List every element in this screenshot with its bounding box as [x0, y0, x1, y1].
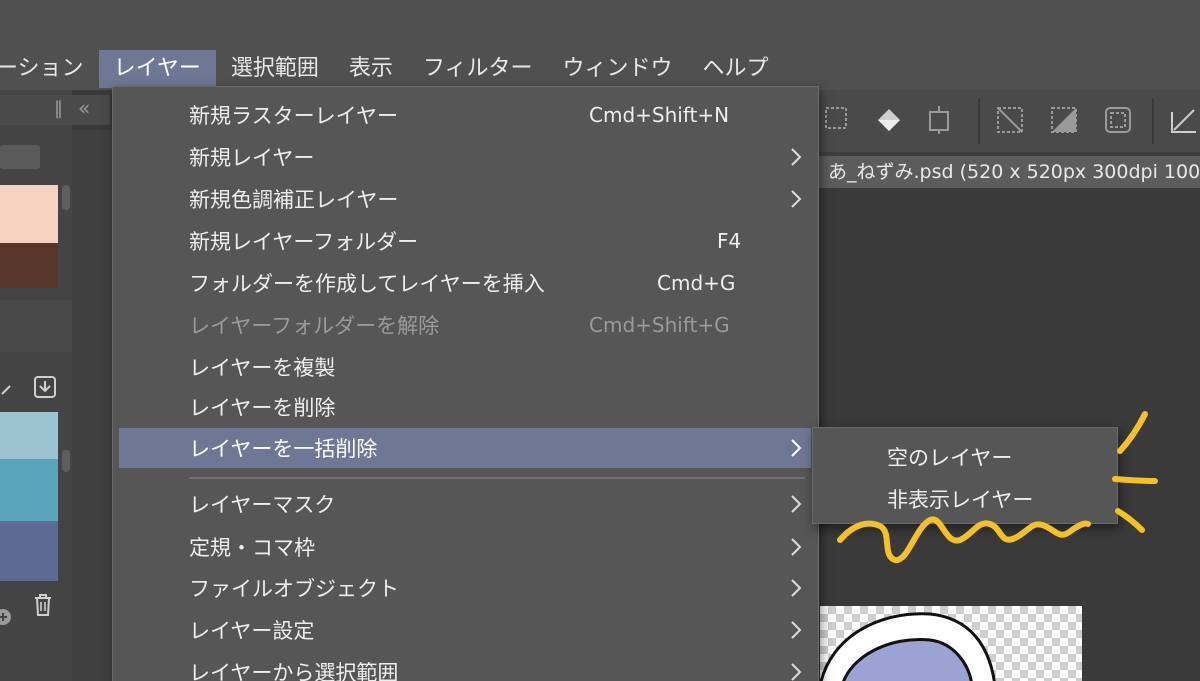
chevron-right-icon	[791, 439, 802, 457]
chevron-right-icon	[791, 579, 802, 597]
menu-item-shortcut: Cmd+G	[657, 271, 736, 295]
document-tab[interactable]: あ_ねずみ.psd (520 x 520px 300dpi 100.	[816, 156, 1200, 188]
menu-item-label: レイヤーを一括削除	[189, 437, 378, 461]
menu-animation[interactable]: ーション	[0, 50, 99, 88]
layer-menu-dropdown: 新規ラスターレイヤー Cmd+Shift+N 新規レイヤー 新規色調補正レイヤー…	[112, 86, 819, 681]
collapse-panel-icon[interactable]: «	[78, 96, 90, 120]
fill-bucket-icon[interactable]	[872, 104, 906, 138]
select-area-icon[interactable]	[822, 104, 854, 136]
menu-item-label: 定規・コマ枠	[189, 536, 315, 560]
grip-icon[interactable]: ‖	[54, 98, 63, 119]
color-swatch-peach[interactable]	[0, 185, 58, 243]
import-icon[interactable]	[32, 374, 58, 400]
batch-delete-submenu: 空のレイヤー 非表示レイヤー	[812, 427, 1118, 524]
menu-view[interactable]: 表示	[334, 50, 408, 88]
menu-item-layer-mask[interactable]: レイヤーマスク	[119, 484, 811, 524]
menu-bar: ーション レイヤー 選択範囲 表示 フィルター ウィンドウ ヘルプ	[0, 48, 1200, 90]
palette-menu-button[interactable]	[0, 145, 40, 169]
menu-item-label: レイヤーフォルダーを解除	[189, 314, 440, 338]
color-swatch-brown[interactable]	[0, 243, 58, 288]
mouse-illustration	[820, 612, 996, 681]
toolbar-divider	[978, 98, 980, 144]
menu-item-label: 新規色調補正レイヤー	[189, 188, 399, 212]
menu-item-ruler-frame[interactable]: 定規・コマ枠	[119, 527, 811, 567]
menu-selection[interactable]: 選択範囲	[216, 50, 334, 88]
menu-item-batch-delete-layers[interactable]: レイヤーを一括削除	[119, 428, 811, 468]
chevron-right-icon	[791, 190, 802, 208]
canvas-transparent-area[interactable]	[820, 606, 1082, 681]
chevron-right-icon	[791, 538, 802, 556]
invert-selection-icon[interactable]	[1048, 104, 1080, 136]
menu-item-create-folder-insert-layer[interactable]: フォルダーを作成してレイヤーを挿入 Cmd+G	[119, 263, 811, 303]
settings-small-icon[interactable]	[0, 374, 26, 400]
menu-window[interactable]: ウィンドウ	[548, 50, 688, 88]
menu-separator	[189, 477, 805, 479]
swatch-scrollbar[interactable]	[62, 450, 70, 472]
menu-layer[interactable]: レイヤー	[98, 50, 216, 88]
menu-item-file-object[interactable]: ファイルオブジェクト	[119, 568, 811, 608]
menu-item-label: レイヤーマスク	[189, 493, 336, 517]
menu-item-duplicate-layer[interactable]: レイヤーを複製	[119, 347, 811, 387]
menu-item-label: ファイルオブジェクト	[189, 577, 399, 601]
menu-help[interactable]: ヘルプ	[688, 50, 784, 88]
menu-item-label: レイヤー設定	[189, 619, 315, 643]
menu-item-shortcut: F4	[717, 229, 742, 253]
toolbar-divider-2	[1152, 98, 1154, 144]
expand-selection-icon[interactable]	[1102, 104, 1134, 136]
menu-item-shortcut: Cmd+Shift+N	[589, 103, 730, 127]
deselect-icon[interactable]	[994, 104, 1026, 136]
menu-item-shortcut: Cmd+Shift+G	[589, 313, 730, 337]
menu-item-new-layer-folder[interactable]: 新規レイヤーフォルダー F4	[119, 221, 811, 261]
palette-divider	[0, 300, 72, 352]
transform-icon[interactable]	[924, 104, 956, 136]
palette-scrollbar[interactable]	[62, 185, 70, 210]
menu-item-label: レイヤーから選択範囲	[189, 661, 399, 681]
chevron-right-icon	[791, 621, 802, 639]
menu-item-label: 新規ラスターレイヤー	[189, 104, 398, 128]
menu-item-label: 新規レイヤーフォルダー	[189, 230, 419, 254]
command-bar	[816, 90, 1200, 152]
chevron-right-icon	[791, 663, 802, 681]
menu-item-label: 新規レイヤー	[189, 146, 315, 170]
menu-item-label: レイヤーを削除	[189, 396, 336, 420]
menu-item-layer-settings[interactable]: レイヤー設定	[119, 610, 811, 650]
menu-item-selection-from-layer[interactable]: レイヤーから選択範囲	[119, 652, 811, 681]
menu-item-new-raster-layer[interactable]: 新規ラスターレイヤー Cmd+Shift+N	[119, 95, 811, 135]
tool-column	[72, 130, 112, 681]
menu-item-delete-layer[interactable]: レイヤーを削除	[119, 387, 811, 427]
add-icon[interactable]	[0, 604, 16, 630]
submenu-item-empty-layers[interactable]: 空のレイヤー	[887, 442, 1012, 472]
chevron-right-icon	[791, 148, 802, 166]
menu-item-label: レイヤーを複製	[189, 356, 336, 380]
color-swatch-lightblue[interactable]	[0, 412, 58, 459]
color-swatch-teal[interactable]	[0, 459, 58, 521]
window-title-strip	[0, 0, 1200, 48]
menu-filter[interactable]: フィルター	[408, 50, 548, 88]
trash-icon[interactable]	[30, 592, 56, 618]
color-swatch-slate[interactable]	[0, 521, 58, 581]
menu-item-release-layer-folder: レイヤーフォルダーを解除 Cmd+Shift+G	[119, 305, 811, 345]
menu-item-label: フォルダーを作成してレイヤーを挿入	[189, 272, 545, 296]
submenu-item-hidden-layers[interactable]: 非表示レイヤー	[887, 484, 1033, 514]
crop-icon[interactable]	[1168, 104, 1200, 136]
menu-item-new-adjustment-layer[interactable]: 新規色調補正レイヤー	[119, 179, 811, 219]
menu-item-new-layer[interactable]: 新規レイヤー	[119, 137, 811, 177]
chevron-right-icon	[791, 495, 802, 513]
